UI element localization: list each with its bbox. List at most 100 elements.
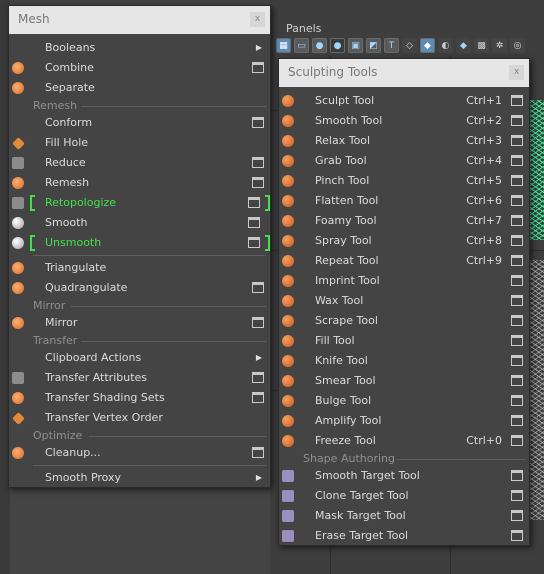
- xray-icon[interactable]: ◆: [456, 38, 471, 53]
- isolate-icon[interactable]: ✲: [492, 38, 507, 53]
- menu-item-freeze-tool[interactable]: Freeze Tool Ctrl+0: [279, 431, 529, 451]
- option-box-icon[interactable]: [252, 177, 264, 188]
- checker-icon[interactable]: ▩: [474, 38, 489, 53]
- mesh-menu-title[interactable]: Mesh x: [9, 6, 270, 34]
- sphere-icon[interactable]: ●: [330, 38, 345, 53]
- menu-item-clone-target-tool[interactable]: Clone Target Tool: [279, 486, 529, 506]
- menu-item-pinch-tool[interactable]: Pinch Tool Ctrl+5: [279, 171, 529, 191]
- menu-item-bulge-tool[interactable]: Bulge Tool: [279, 391, 529, 411]
- option-box-icon[interactable]: [511, 95, 523, 106]
- option-box-icon[interactable]: [252, 317, 264, 328]
- menu-item-clipboard-actions[interactable]: Clipboard Actions ▶: [9, 348, 270, 368]
- option-box-icon[interactable]: [511, 435, 523, 446]
- option-box-icon[interactable]: [511, 195, 523, 206]
- option-box-icon[interactable]: [511, 235, 523, 246]
- wire-cube-icon[interactable]: ◇: [402, 38, 417, 53]
- menu-item-triangulate[interactable]: Triangulate: [9, 258, 270, 278]
- option-box-icon[interactable]: [252, 372, 264, 383]
- menu-item-sculpt-tool[interactable]: Sculpt Tool Ctrl+1: [279, 91, 529, 111]
- option-box-icon[interactable]: [252, 392, 264, 403]
- option-box-icon[interactable]: [252, 62, 264, 73]
- menu-item-erase-target-tool[interactable]: Erase Target Tool: [279, 526, 529, 546]
- menu-item-label: Freeze Tool: [315, 434, 376, 447]
- menu-item-smear-tool[interactable]: Smear Tool: [279, 371, 529, 391]
- menu-item-cleanup[interactable]: Cleanup...: [9, 443, 270, 463]
- option-box-icon[interactable]: [248, 217, 260, 228]
- option-box-icon[interactable]: [511, 375, 523, 386]
- option-box-icon[interactable]: [511, 115, 523, 126]
- menu-item-transfer-shading-sets[interactable]: Transfer Shading Sets: [9, 388, 270, 408]
- option-box-icon[interactable]: [511, 415, 523, 426]
- option-box-icon[interactable]: [511, 335, 523, 346]
- menu-item-scrape-tool[interactable]: Scrape Tool: [279, 311, 529, 331]
- menu-item-repeat-tool[interactable]: Repeat Tool Ctrl+9: [279, 251, 529, 271]
- menu-item-spray-tool[interactable]: Spray Tool Ctrl+8: [279, 231, 529, 251]
- option-box-icon[interactable]: [511, 530, 523, 541]
- menu-item-fill-hole[interactable]: Fill Hole: [9, 133, 270, 153]
- option-box-icon[interactable]: [252, 447, 264, 458]
- option-box-icon[interactable]: [511, 295, 523, 306]
- option-box-icon[interactable]: [511, 135, 523, 146]
- option-box-icon[interactable]: [248, 237, 260, 248]
- menu-item-smooth-target-tool[interactable]: Smooth Target Tool: [279, 466, 529, 486]
- menu-item-label: Smooth Proxy: [45, 471, 122, 484]
- menu-item-combine[interactable]: Combine: [9, 58, 270, 78]
- menu-item-imprint-tool[interactable]: Imprint Tool: [279, 271, 529, 291]
- text-icon[interactable]: T: [384, 38, 399, 53]
- menu-item-smooth-tool[interactable]: Smooth Tool Ctrl+2: [279, 111, 529, 131]
- menu-item-mirror[interactable]: Mirror: [9, 313, 270, 333]
- camera-icon[interactable]: ●: [312, 38, 327, 53]
- menu-item-label: Wax Tool: [315, 294, 364, 307]
- option-box-icon[interactable]: [252, 282, 264, 293]
- option-box-icon[interactable]: [511, 275, 523, 286]
- menu-item-foamy-tool[interactable]: Foamy Tool Ctrl+7: [279, 211, 529, 231]
- option-box-icon[interactable]: [511, 490, 523, 501]
- option-box-icon[interactable]: [252, 157, 264, 168]
- textured-icon[interactable]: ◐: [438, 38, 453, 53]
- film-icon[interactable]: ▭: [294, 38, 309, 53]
- shaded-cube-icon[interactable]: ◆: [420, 38, 435, 53]
- option-box-icon[interactable]: [511, 175, 523, 186]
- option-box-icon[interactable]: [511, 355, 523, 366]
- option-box-icon[interactable]: [511, 470, 523, 481]
- close-icon[interactable]: x: [250, 12, 265, 27]
- image-icon[interactable]: ▣: [348, 38, 363, 53]
- menu-item-knife-tool[interactable]: Knife Tool: [279, 351, 529, 371]
- menu-item-smooth[interactable]: Smooth: [9, 213, 270, 233]
- option-box-icon[interactable]: [511, 315, 523, 326]
- panels-menu[interactable]: Panels: [286, 22, 321, 35]
- option-box-icon[interactable]: [511, 255, 523, 266]
- menu-item-label: Fill Hole: [45, 136, 89, 149]
- sculpt-tool-icon: [282, 115, 294, 127]
- menu-item-amplify-tool[interactable]: Amplify Tool: [279, 411, 529, 431]
- menu-item-smooth-proxy[interactable]: Smooth Proxy ▶: [9, 468, 270, 488]
- menu-item-fill-tool[interactable]: Fill Tool: [279, 331, 529, 351]
- menu-item-transfer-attributes[interactable]: Transfer Attributes: [9, 368, 270, 388]
- close-icon[interactable]: x: [509, 65, 524, 80]
- menu-item-wax-tool[interactable]: Wax Tool: [279, 291, 529, 311]
- sculpting-menu-title[interactable]: Sculpting Tools x: [279, 59, 529, 87]
- smooth-icon: [12, 217, 24, 229]
- option-box-icon[interactable]: [511, 215, 523, 226]
- menu-item-conform[interactable]: Conform: [9, 113, 270, 133]
- menu-item-retopologize[interactable]: Retopologize: [9, 193, 270, 213]
- eye-icon[interactable]: ◎: [510, 38, 525, 53]
- option-box-icon[interactable]: [511, 155, 523, 166]
- option-box-icon[interactable]: [248, 197, 260, 208]
- menu-item-quadrangulate[interactable]: Quadrangulate: [9, 278, 270, 298]
- menu-item-remesh[interactable]: Remesh: [9, 173, 270, 193]
- menu-item-relax-tool[interactable]: Relax Tool Ctrl+3: [279, 131, 529, 151]
- option-box-icon[interactable]: [511, 395, 523, 406]
- option-box-icon[interactable]: [252, 117, 264, 128]
- menu-item-booleans[interactable]: Booleans ▶: [9, 38, 270, 58]
- grid-icon[interactable]: ▦: [276, 38, 291, 53]
- menu-item-reduce[interactable]: Reduce: [9, 153, 270, 173]
- lights-icon[interactable]: ◩: [366, 38, 381, 53]
- menu-item-transfer-vertex-order[interactable]: Transfer Vertex Order: [9, 408, 270, 428]
- menu-item-separate[interactable]: Separate: [9, 78, 270, 98]
- menu-item-unsmooth[interactable]: Unsmooth: [9, 233, 270, 253]
- option-box-icon[interactable]: [511, 510, 523, 521]
- menu-item-grab-tool[interactable]: Grab Tool Ctrl+4: [279, 151, 529, 171]
- menu-item-mask-target-tool[interactable]: Mask Target Tool: [279, 506, 529, 526]
- menu-item-flatten-tool[interactable]: Flatten Tool Ctrl+6: [279, 191, 529, 211]
